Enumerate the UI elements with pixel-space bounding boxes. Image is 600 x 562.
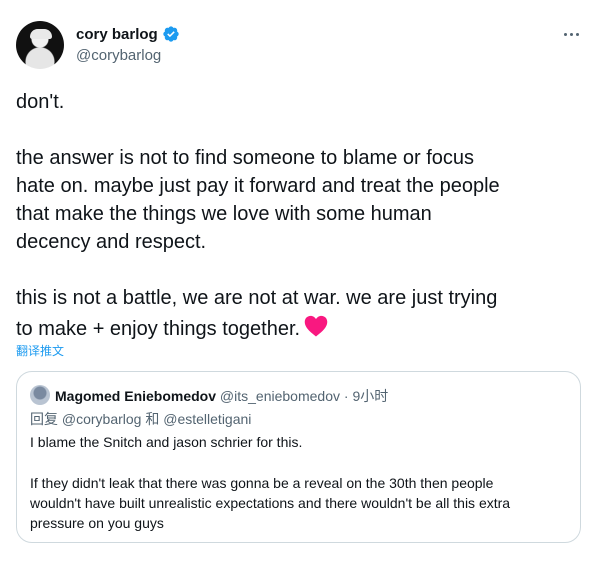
quoted-timestamp: 9小时 [352, 388, 389, 404]
author-display-name[interactable]: cory barlog [76, 26, 158, 43]
tweet-text-line: this is not a battle, we are not at war.… [16, 287, 498, 309]
reply-prefix: 回复 [30, 411, 58, 427]
tweet-text-line: that make the things we love with some h… [16, 203, 432, 225]
tweet-card: cory barlog @corybarlog don't. the answe… [0, 0, 600, 562]
reply-mention-link[interactable]: @estelletigani [163, 411, 251, 427]
tweet-text-line: don't. [16, 91, 65, 113]
author-avatar[interactable] [16, 21, 64, 69]
quoted-text-line: I blame the Snitch and jason schrier for… [30, 434, 303, 450]
quoted-tweet[interactable]: Magomed Eniebomedov @its_eniebomedov · 9… [16, 371, 581, 543]
quoted-author-handle: @its_eniebomedov [219, 388, 340, 404]
quoted-text-line: If they didn't leak that there was gonna… [30, 475, 494, 491]
translate-tweet-link[interactable]: 翻译推文 [16, 342, 64, 359]
author-name-row: cory barlog [76, 25, 180, 43]
verified-badge-icon [163, 26, 179, 42]
tweet-text-line: the answer is not to find someone to bla… [16, 147, 475, 169]
reply-conjunction: 和 [145, 411, 160, 427]
author-handle[interactable]: @corybarlog [76, 47, 161, 64]
quoted-text-line: wouldn't have built unrealistic expectat… [30, 495, 511, 511]
more-options-icon[interactable] [562, 26, 582, 42]
replying-to: 回复 @corybarlog 和 @estelletigani [30, 409, 251, 429]
tweet-text-line: decency and respect. [16, 231, 207, 253]
quoted-tweet-header: Magomed Eniebomedov @its_eniebomedov · 9… [55, 386, 388, 406]
quoted-author-avatar [30, 385, 50, 405]
tweet-text-line-with-emoji: to make + enjoy things together. [16, 314, 330, 341]
reply-mention-link[interactable]: @corybarlog [62, 411, 142, 427]
tweet-text-line: hate on. maybe just pay it forward and t… [16, 175, 500, 197]
red-heart-emoji-icon [304, 315, 328, 337]
quoted-author-name: Magomed Eniebomedov [55, 388, 217, 404]
tweet-text-fragment: to make + enjoy things together. [16, 318, 301, 340]
quoted-separator: · [343, 388, 349, 404]
quoted-text-line: pressure on you guys [30, 515, 164, 531]
